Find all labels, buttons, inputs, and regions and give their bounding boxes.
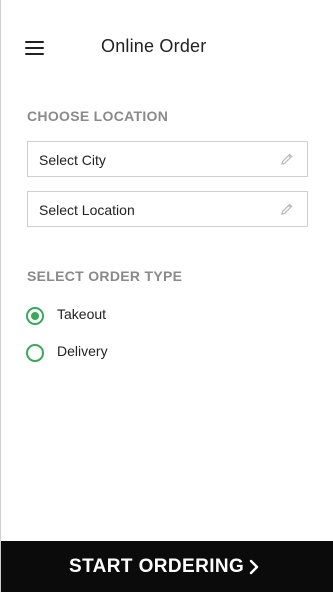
delivery-label: Delivery xyxy=(57,343,108,359)
chevron-right-icon xyxy=(249,559,259,575)
select-city-value: Select City xyxy=(39,152,106,168)
start-ordering-button[interactable]: START ORDERING xyxy=(1,541,333,592)
radio-button-selected-icon[interactable] xyxy=(26,307,44,325)
radio-button-unselected-icon[interactable] xyxy=(26,344,44,362)
screen: Online Order CHOOSE LOCATION Select City… xyxy=(0,0,333,592)
pencil-icon xyxy=(281,203,293,215)
select-location-value: Select Location xyxy=(39,202,135,218)
takeout-label: Takeout xyxy=(57,306,107,322)
page-title: Online Order xyxy=(101,36,207,56)
app-header: Online Order xyxy=(1,0,333,96)
pencil-icon xyxy=(281,153,293,165)
select-order-type-heading: SELECT ORDER TYPE xyxy=(27,268,183,284)
start-ordering-label: START ORDERING xyxy=(69,556,245,577)
select-location-field[interactable]: Select Location xyxy=(27,191,308,227)
select-city-field[interactable]: Select City xyxy=(27,141,308,177)
hamburger-menu-icon[interactable] xyxy=(25,41,44,55)
choose-location-heading: CHOOSE LOCATION xyxy=(27,108,169,124)
